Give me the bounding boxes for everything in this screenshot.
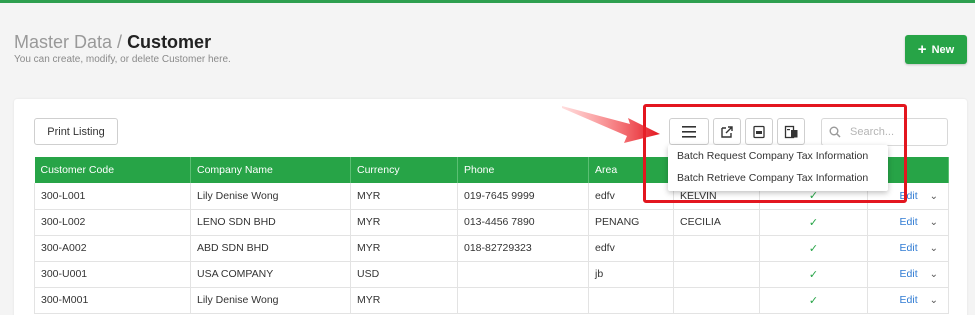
breadcrumb-current: Customer — [127, 32, 212, 52]
cell-actions: Edit ⌄ — [867, 235, 949, 262]
cell-agent — [673, 261, 760, 288]
table-row[interactable]: 300-U001 USA COMPANY USD jb ✓ Edit ⌄ — [34, 261, 949, 288]
column-header-currency[interactable]: Currency — [350, 157, 458, 183]
cell-company-name: Lily Denise Wong — [190, 183, 351, 210]
cell-area: edfv — [588, 235, 674, 262]
annotation-arrow — [562, 106, 660, 143]
check-icon: ✓ — [759, 235, 868, 262]
cell-currency: USD — [350, 261, 458, 288]
chevron-down-icon[interactable]: ⌄ — [930, 217, 938, 228]
plus-icon: + — [917, 41, 927, 58]
cell-customer-code: 300-L002 — [34, 209, 191, 236]
edit-link[interactable]: Edit — [900, 294, 918, 306]
chevron-down-icon[interactable]: ⌄ — [930, 191, 938, 202]
cell-currency: MYR — [350, 209, 458, 236]
cell-area — [588, 287, 674, 314]
top-accent-line — [0, 0, 975, 3]
chevron-down-icon[interactable]: ⌄ — [930, 269, 938, 280]
cell-actions: Edit ⌄ — [867, 287, 949, 314]
page-subtitle: You can create, modify, or delete Custom… — [14, 54, 231, 65]
edit-link[interactable]: Edit — [900, 216, 918, 228]
cell-phone — [457, 287, 589, 314]
cell-customer-code: 300-M001 — [34, 287, 191, 314]
cell-actions: Edit ⌄ — [867, 261, 949, 288]
cell-company-name: LENO SDN BHD — [190, 209, 351, 236]
check-icon: ✓ — [759, 209, 868, 236]
cell-area: jb — [588, 261, 674, 288]
chevron-down-icon[interactable]: ⌄ — [930, 243, 938, 254]
cell-customer-code: 300-A002 — [34, 235, 191, 262]
cell-phone: 018-82729323 — [457, 235, 589, 262]
cell-agent: CECILIA — [673, 209, 760, 236]
column-header-company-name[interactable]: Company Name — [190, 157, 351, 183]
cell-area: PENANG — [588, 209, 674, 236]
cell-actions: Edit ⌄ — [867, 209, 949, 236]
cell-currency: MYR — [350, 235, 458, 262]
new-customer-button[interactable]: + New — [905, 35, 967, 64]
cell-currency: MYR — [350, 287, 458, 314]
cell-customer-code: 300-L001 — [34, 183, 191, 210]
column-header-phone[interactable]: Phone — [457, 157, 589, 183]
table-row[interactable]: 300-M001 Lily Denise Wong MYR ✓ Edit ⌄ — [34, 287, 949, 314]
table-row[interactable]: 300-L002 LENO SDN BHD MYR 013-4456 7890 … — [34, 209, 949, 236]
table-row[interactable]: 300-A002 ABD SDN BHD MYR 018-82729323 ed… — [34, 235, 949, 262]
cell-agent — [673, 235, 760, 262]
page-title: Master Data / Customer — [14, 32, 211, 53]
cell-company-name: Lily Denise Wong — [190, 287, 351, 314]
cell-phone: 019-7645 9999 — [457, 183, 589, 210]
cell-agent — [673, 287, 760, 314]
new-button-label: New — [931, 43, 955, 56]
chevron-down-icon[interactable]: ⌄ — [930, 295, 938, 306]
cell-customer-code: 300-U001 — [34, 261, 191, 288]
annotation-highlight-box — [643, 104, 907, 203]
column-header-customer-code[interactable]: Customer Code — [34, 157, 191, 183]
edit-link[interactable]: Edit — [900, 242, 918, 254]
check-icon: ✓ — [759, 287, 868, 314]
cell-company-name: ABD SDN BHD — [190, 235, 351, 262]
cell-phone — [457, 261, 589, 288]
cell-currency: MYR — [350, 183, 458, 210]
edit-link[interactable]: Edit — [900, 268, 918, 280]
breadcrumb-parent[interactable]: Master Data / — [14, 32, 122, 52]
print-listing-button[interactable]: Print Listing — [34, 118, 118, 145]
check-icon: ✓ — [759, 261, 868, 288]
cell-company-name: USA COMPANY — [190, 261, 351, 288]
cell-phone: 013-4456 7890 — [457, 209, 589, 236]
